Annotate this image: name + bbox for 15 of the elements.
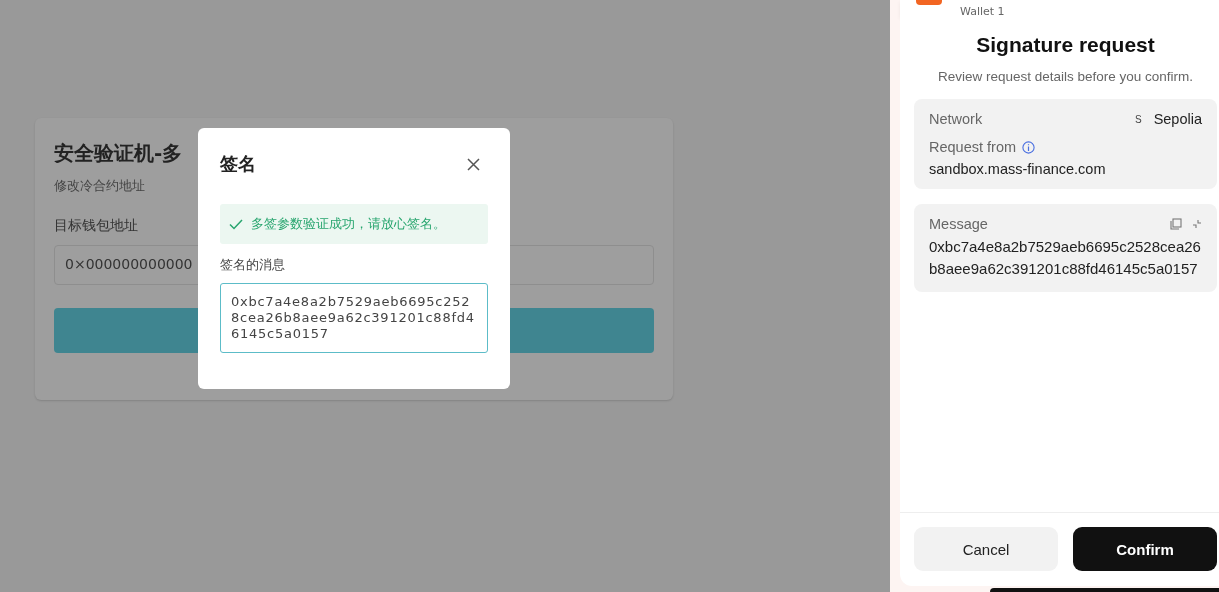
message-text: 0xbc7a4e8a2b7529aeb6695c2528cea26b8aee9a62c391201c88fd46145c5a0157 bbox=[929, 237, 1202, 279]
request-title: Signature request bbox=[975, 33, 1156, 57]
network-name: Sepolia bbox=[1153, 111, 1202, 127]
origin-url: sandbox.mass-finance.com bbox=[929, 161, 1107, 177]
request-subtitle: Review request details before you confirm. bbox=[936, 69, 1195, 84]
request-from-label: Request from bbox=[929, 139, 1017, 155]
alert-text: 多签参数验证成功，请放心签名。 bbox=[251, 215, 446, 233]
card-title: 安全验证机-多 bbox=[54, 140, 183, 167]
dialog-title: 签名 bbox=[220, 152, 256, 176]
message-label: Message bbox=[929, 216, 988, 232]
network-symbol: S bbox=[1134, 113, 1142, 125]
network-label: Network bbox=[929, 111, 983, 127]
field-label: 目标钱包地址 bbox=[54, 217, 138, 235]
card-subtitle: 修改冷合约地址 bbox=[54, 177, 145, 195]
message-label: 签名的消息 bbox=[220, 256, 286, 274]
